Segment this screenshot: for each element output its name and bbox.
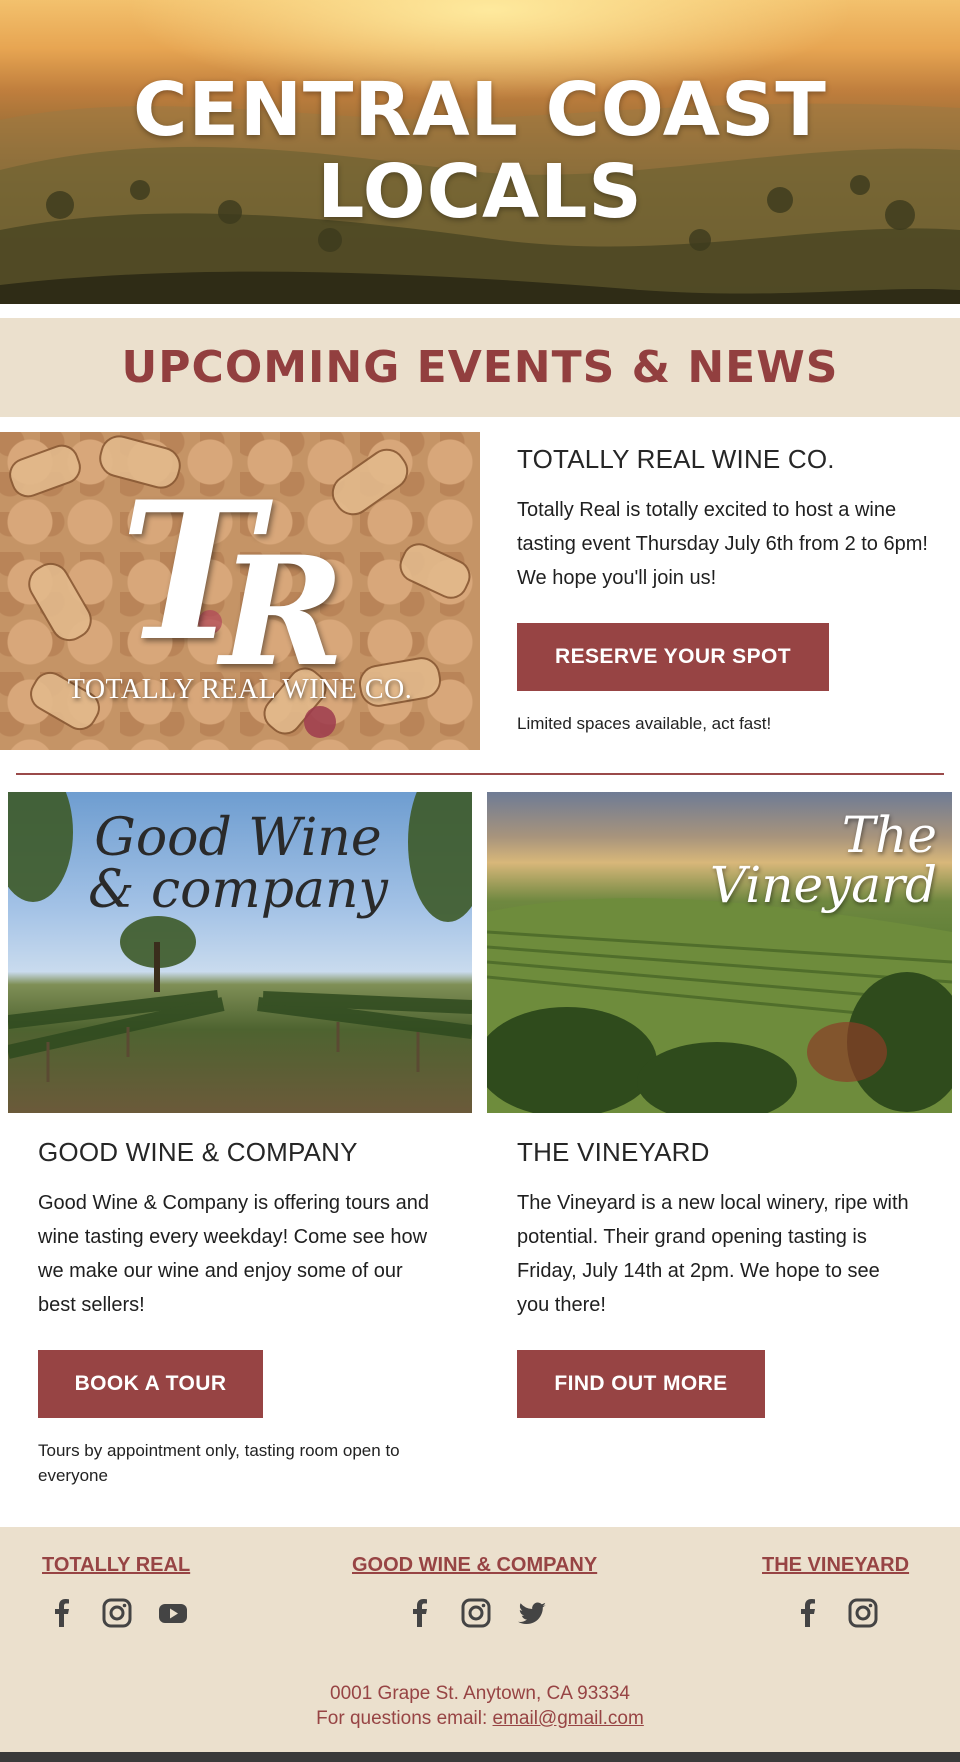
- good-wine-script-line1: Good Wine: [94, 808, 382, 868]
- find-out-more-button[interactable]: FIND OUT MORE: [517, 1350, 765, 1418]
- facebook-icon[interactable]: [792, 1597, 824, 1629]
- facebook-icon[interactable]: [404, 1597, 436, 1629]
- section-divider: [16, 773, 944, 775]
- events-title: UPCOMING EVENTS & NEWS: [121, 342, 839, 393]
- totally-real-note: Limited spaces available, act fast!: [517, 714, 772, 733]
- vineyard-script-line2: Vineyard: [710, 856, 937, 914]
- instagram-icon[interactable]: [460, 1597, 492, 1629]
- events-header-band: UPCOMING EVENTS & NEWS: [0, 318, 960, 417]
- twitter-icon[interactable]: [516, 1597, 548, 1629]
- vineyard-script-line1: The: [841, 806, 937, 864]
- footer-link-totally-real[interactable]: TOTALLY REAL: [42, 1554, 190, 1577]
- footer-bottom-bar: [0, 1752, 960, 1762]
- youtube-icon[interactable]: [157, 1597, 189, 1629]
- good-wine-section: GOOD WINE & COMPANY Good Wine & Company …: [38, 1137, 438, 1488]
- footer-link-good-wine[interactable]: GOOD WINE & COMPANY: [352, 1554, 597, 1577]
- footer-email-prefix: For questions email:: [316, 1708, 493, 1729]
- good-wine-script-title: Good Wine & company: [68, 812, 408, 916]
- footer-link-vineyard[interactable]: THE VINEYARD: [762, 1554, 909, 1577]
- facebook-icon[interactable]: [46, 1597, 78, 1629]
- good-wine-heading: GOOD WINE & COMPANY: [38, 1137, 358, 1167]
- good-wine-description: Good Wine & Company is offering tours an…: [38, 1192, 429, 1316]
- footer-address: 0001 Grape St. Anytown, CA 93334: [330, 1683, 630, 1704]
- good-wine-note: Tours by appointment only, tasting room …: [38, 1441, 400, 1485]
- vineyard-description: The Vineyard is a new local winery, ripe…: [517, 1192, 909, 1316]
- totally-real-heading: TOTALLY REAL WINE CO.: [517, 444, 835, 474]
- book-a-tour-button[interactable]: BOOK A TOUR: [38, 1350, 263, 1418]
- footer-contact: 0001 Grape St. Anytown, CA 93334 For que…: [0, 1681, 960, 1731]
- good-wine-image: Good Wine & company: [8, 792, 472, 1113]
- totally-real-logo-caption: TOTALLY REAL WINE CO.: [67, 674, 413, 705]
- good-wine-script-line2: & company: [88, 860, 388, 920]
- vineyard-image: The Vineyard: [487, 792, 952, 1113]
- hero-title-line2: LOCALS: [317, 149, 643, 235]
- footer-email-link[interactable]: email@gmail.com: [493, 1708, 644, 1729]
- hero-banner: CENTRAL COAST LOCALS: [0, 0, 960, 304]
- footer: TOTALLY REAL GOOD WINE & COMPANY THE VIN…: [0, 1527, 960, 1752]
- totally-real-description: Totally Real is totally excited to host …: [517, 499, 928, 589]
- reserve-your-spot-button[interactable]: RESERVE YOUR SPOT: [517, 623, 829, 691]
- footer-email-line: For questions email: email@gmail.com: [0, 1706, 960, 1731]
- vineyard-section: THE VINEYARD The Vineyard is a new local…: [517, 1137, 917, 1418]
- instagram-icon[interactable]: [847, 1597, 879, 1629]
- totally-real-section: TOTALLY REAL WINE CO. Totally Real is to…: [517, 432, 937, 736]
- vineyard-script-title: The Vineyard: [687, 810, 937, 910]
- hero-title-line1: CENTRAL COAST: [133, 67, 827, 153]
- tr-monogram: T R: [90, 472, 390, 701]
- vineyard-heading: THE VINEYARD: [517, 1137, 710, 1167]
- instagram-icon[interactable]: [101, 1597, 133, 1629]
